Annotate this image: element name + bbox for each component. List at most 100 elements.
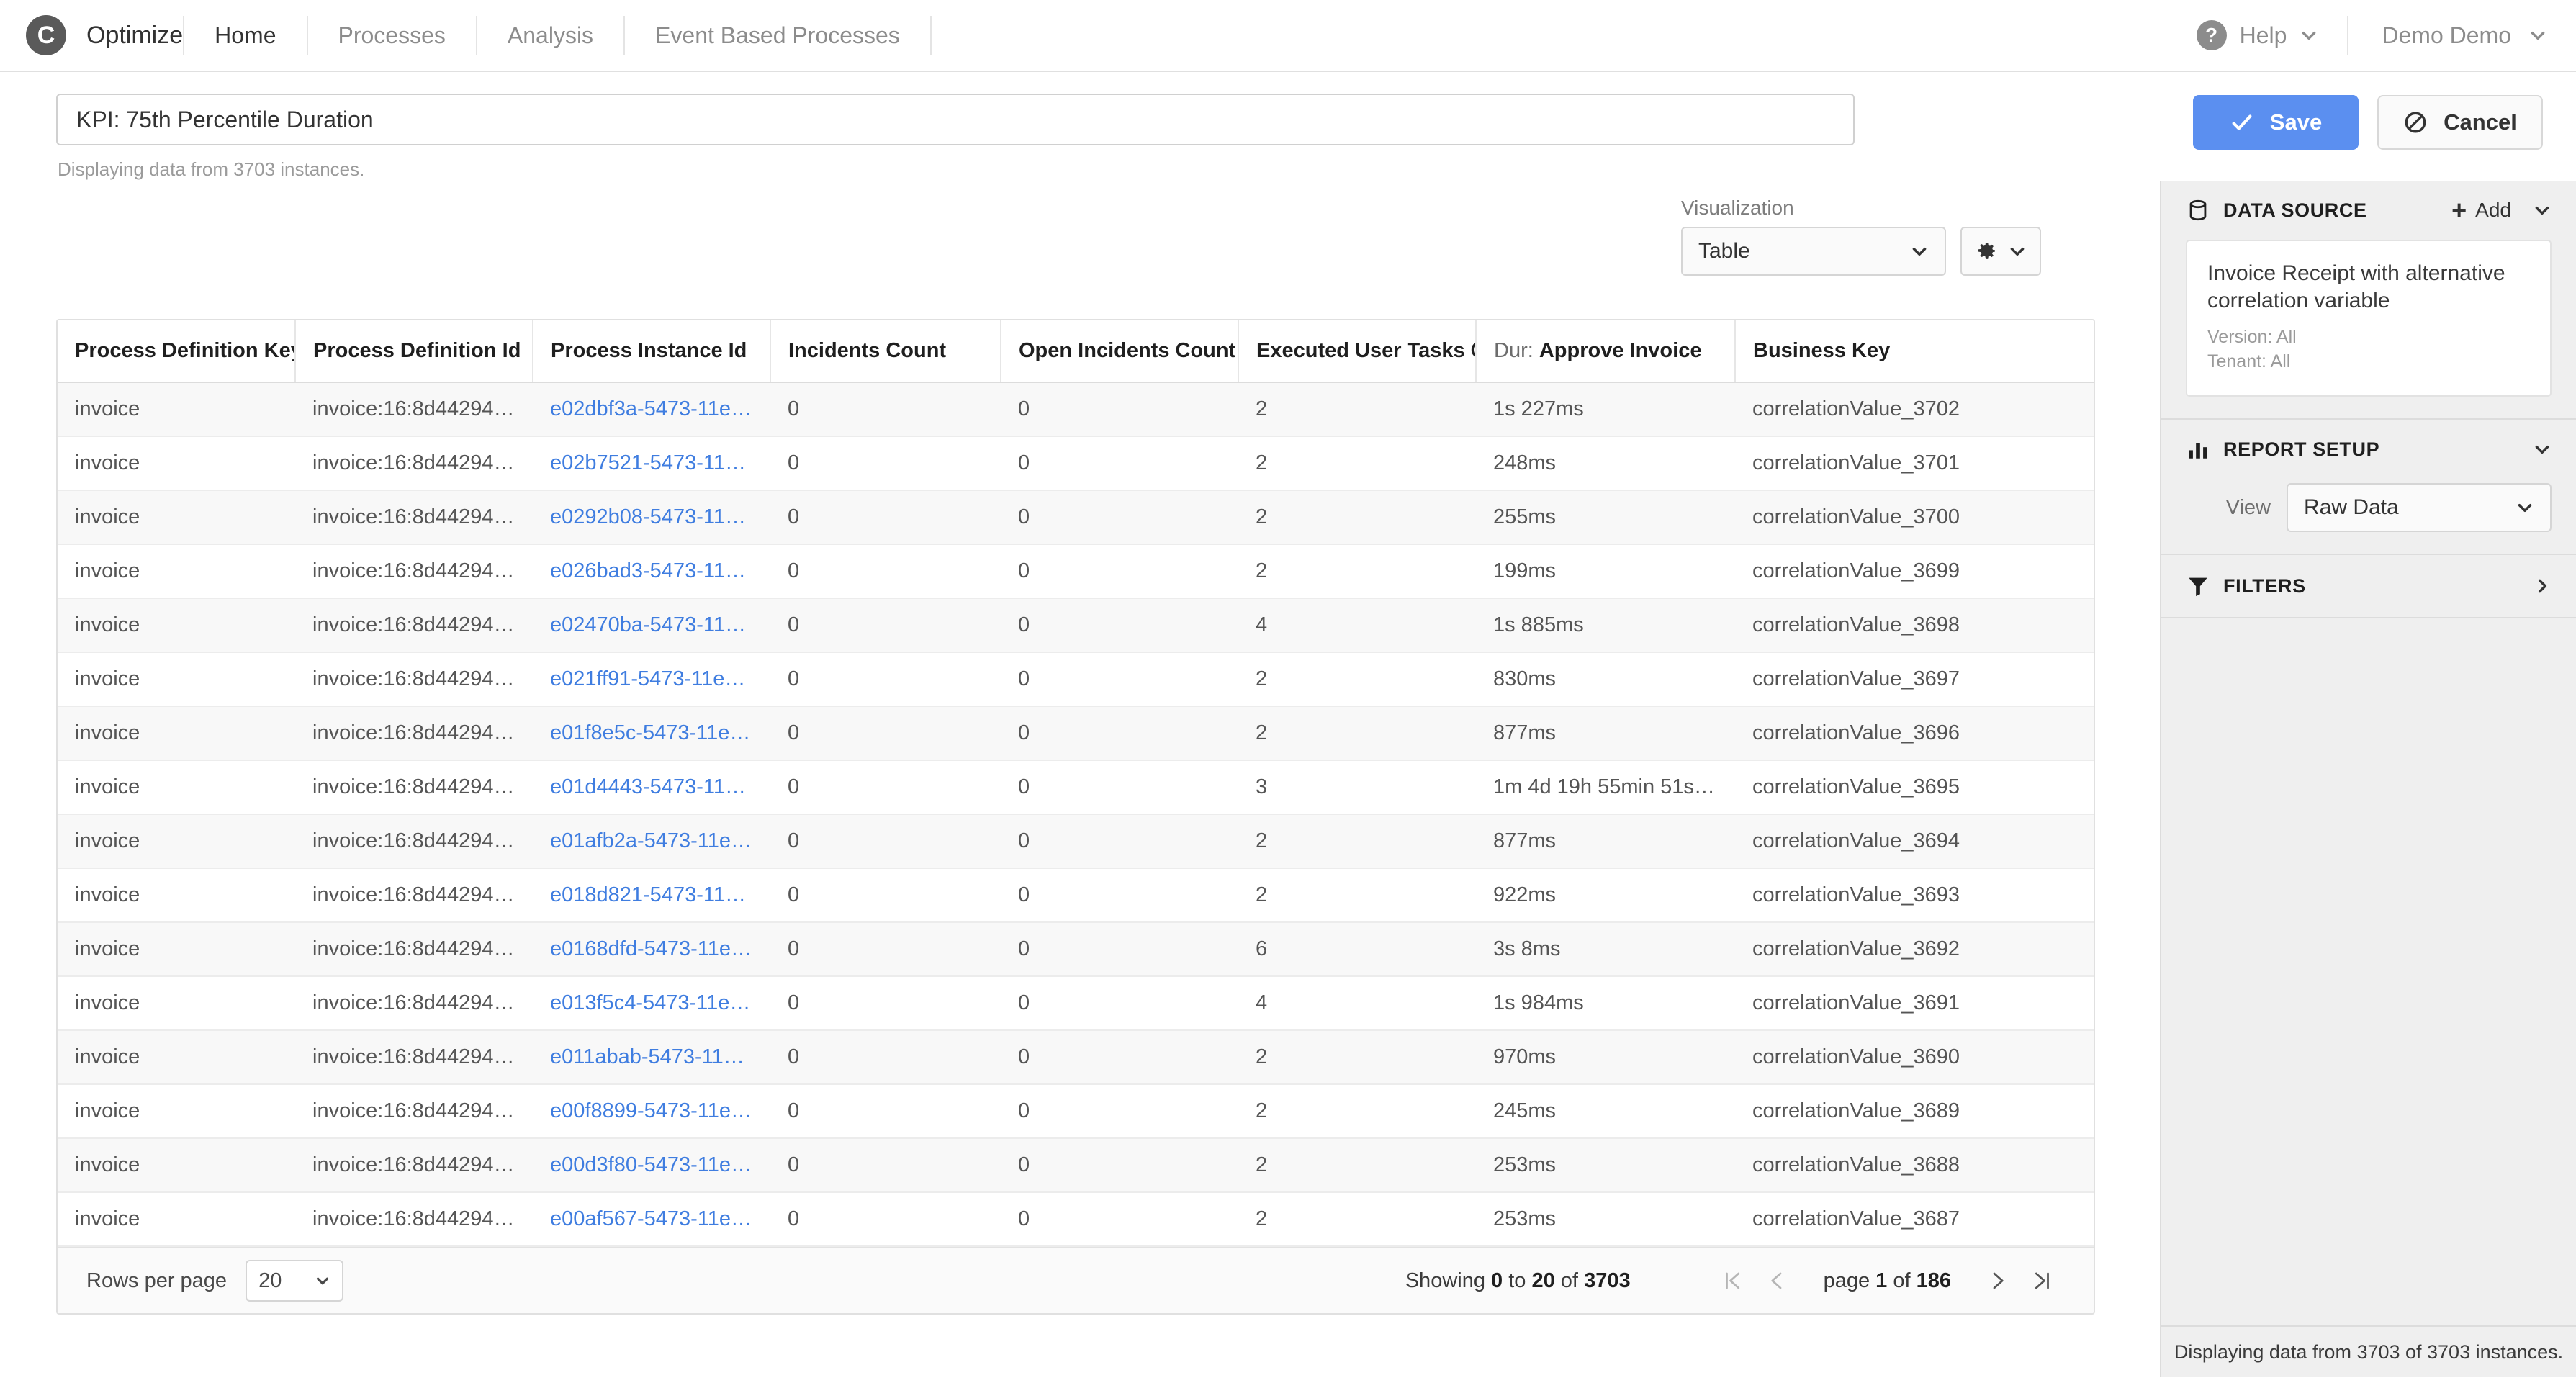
cell-executed-user-tasks-count: 2	[1238, 490, 1476, 545]
chevron-right-icon[interactable]	[2533, 577, 2552, 595]
nav-item-home[interactable]: Home	[184, 0, 306, 71]
cell-process-definition-key: invoice	[58, 922, 295, 977]
add-data-source-button[interactable]: + Add	[2451, 197, 2511, 223]
cell-executed-user-tasks-count: 2	[1238, 1084, 1476, 1139]
cell-executed-user-tasks-count: 2	[1238, 382, 1476, 437]
cell-business-key: correlationValue_3699	[1735, 544, 2094, 599]
nav-item-analysis[interactable]: Analysis	[477, 0, 623, 71]
cell-process-instance-id[interactable]: e013f5c4-5473-11ed-a...	[533, 976, 770, 1031]
cell-process-instance-id[interactable]: e01d4443-5473-11ed-a...	[533, 760, 770, 815]
brand-logo-link[interactable]: C Optimize	[0, 0, 183, 71]
cell-process-instance-id[interactable]: e011abab-5473-11ed-a...	[533, 1030, 770, 1085]
cell-executed-user-tasks-count: 2	[1238, 1138, 1476, 1193]
save-button[interactable]: Save	[2193, 95, 2359, 150]
view-label: View	[2225, 495, 2271, 519]
table-row: invoice invoice:16:8d44294c-54... e026bad3…	[58, 544, 2094, 599]
cell-process-instance-id[interactable]: e01f8e5c-5473-11ed-ae...	[533, 706, 770, 761]
cell-process-definition-key: invoice	[58, 652, 295, 707]
cell-executed-user-tasks-count: 2	[1238, 652, 1476, 707]
column-header-business-key[interactable]: Business Key	[1735, 320, 2094, 383]
visualization-select[interactable]: Table	[1681, 227, 1946, 276]
table-row: invoice invoice:16:8d44294c-54... e00f8899…	[58, 1084, 2094, 1139]
cell-duration: 1m 4d 19h 55min 51s 6...	[1476, 760, 1735, 815]
help-menu-button[interactable]: ? Help	[2168, 0, 2348, 71]
chart-settings-button[interactable]	[1960, 227, 2041, 276]
cell-incidents-count: 0	[770, 922, 1001, 977]
cell-business-key: correlationValue_3689	[1735, 1084, 2094, 1139]
cell-duration: 255ms	[1476, 490, 1735, 545]
user-menu-button[interactable]: Demo Demo	[2348, 0, 2547, 71]
table-row: invoice invoice:16:8d44294c-54... e02b7521…	[58, 436, 2094, 491]
cell-duration: 1s 984ms	[1476, 976, 1735, 1031]
cell-process-instance-id[interactable]: e026bad3-5473-11ed-a...	[533, 544, 770, 599]
cell-incidents-count: 0	[770, 868, 1001, 923]
page-current: 1	[1875, 1268, 1888, 1292]
table-body: invoice invoice:16:8d44294c-54... e02dbf3a…	[58, 382, 2094, 1247]
cell-duration: 830ms	[1476, 652, 1735, 707]
previous-page-button[interactable]	[1755, 1258, 1799, 1303]
cell-process-instance-id[interactable]: e0168dfd-5473-11ed-a...	[533, 922, 770, 977]
chevron-down-icon[interactable]	[2533, 440, 2552, 459]
cell-process-instance-id[interactable]: e00d3f80-5473-11ed-a...	[533, 1138, 770, 1193]
cell-open-incidents-count: 0	[1001, 1138, 1238, 1193]
next-page-button[interactable]	[1976, 1258, 2020, 1303]
report-header-left: Displaying data from 3703 instances.	[56, 94, 2193, 181]
column-header-executed-user-tasks-count[interactable]: Executed User Tasks C...	[1238, 320, 1477, 383]
cell-executed-user-tasks-count: 2	[1238, 1192, 1476, 1247]
cell-business-key: correlationValue_3693	[1735, 868, 2094, 923]
column-header-process-definition-key[interactable]: Process Definition Key	[58, 320, 296, 383]
report-config-sidebar: Data Source + Add Invoice Receipt with a…	[2160, 181, 2576, 1377]
showing-to: 20	[1531, 1268, 1555, 1292]
funnel-icon	[2186, 574, 2210, 598]
cell-process-instance-id[interactable]: e02470ba-5473-11ed-a...	[533, 598, 770, 653]
column-header-incidents-count[interactable]: Incidents Count	[770, 320, 1001, 383]
view-setting-row: View Raw Data	[2186, 483, 2552, 533]
cell-open-incidents-count: 0	[1001, 544, 1238, 599]
nav-item-event-based-processes[interactable]: Event Based Processes	[625, 0, 930, 71]
data-source-panel-header[interactable]: Data Source + Add	[2186, 181, 2552, 240]
rows-per-page-select[interactable]: 20	[246, 1260, 344, 1302]
cell-open-incidents-count: 0	[1001, 652, 1238, 707]
table-row: invoice invoice:16:8d44294c-54... e013f5c4…	[58, 976, 2094, 1031]
cell-process-definition-id: invoice:16:8d44294c-54...	[295, 1138, 533, 1193]
cell-executed-user-tasks-count: 4	[1238, 598, 1476, 653]
database-icon	[2186, 198, 2210, 222]
column-header-duration-approve-invoice[interactable]: Dur: Approve Invoice	[1476, 320, 1736, 383]
chevron-down-icon[interactable]	[2533, 201, 2552, 220]
cell-incidents-count: 0	[770, 490, 1001, 545]
first-page-button[interactable]	[1710, 1258, 1755, 1303]
report-setup-panel-header[interactable]: Report Setup	[2186, 420, 2552, 479]
cell-process-instance-id[interactable]: e0292b08-5473-11ed-a...	[533, 490, 770, 545]
cell-duration: 253ms	[1476, 1138, 1735, 1193]
cell-executed-user-tasks-count: 4	[1238, 976, 1476, 1031]
cell-process-instance-id[interactable]: e01afb2a-5473-11ed-ae...	[533, 814, 770, 869]
cell-process-instance-id[interactable]: e018d821-5473-11ed-a...	[533, 868, 770, 923]
cell-process-instance-id[interactable]: e02dbf3a-5473-11ed-a...	[533, 382, 770, 437]
nav-item-processes[interactable]: Processes	[308, 0, 476, 71]
column-header-open-incidents-count[interactable]: Open Incidents Count	[1001, 320, 1239, 383]
cell-process-instance-id[interactable]: e021ff91-5473-11ed-ae...	[533, 652, 770, 707]
cell-process-definition-id: invoice:16:8d44294c-54...	[295, 598, 533, 653]
view-select[interactable]: Raw Data	[2287, 483, 2552, 533]
cell-process-definition-key: invoice	[58, 706, 295, 761]
column-header-process-definition-id[interactable]: Process Definition Id	[295, 320, 533, 383]
column-header-process-instance-id[interactable]: Process Instance Id	[533, 320, 771, 383]
cell-process-instance-id[interactable]: e02b7521-5473-11ed-a...	[533, 436, 770, 491]
last-page-button[interactable]	[2020, 1258, 2065, 1303]
user-name-label: Demo Demo	[2382, 22, 2511, 48]
report-title-input[interactable]	[56, 94, 1855, 145]
cancel-button[interactable]: Cancel	[2377, 95, 2543, 150]
table-head: Process Definition Key Process Definitio…	[58, 320, 2094, 383]
circle-slash-icon	[2403, 110, 2428, 135]
cell-process-instance-id[interactable]: e00f8899-5473-11ed-a...	[533, 1084, 770, 1139]
cell-duration: 922ms	[1476, 868, 1735, 923]
filters-panel-header[interactable]: Filters	[2186, 555, 2552, 617]
cell-executed-user-tasks-count: 2	[1238, 1030, 1476, 1085]
duration-flownode-name: Approve Invoice	[1539, 339, 1702, 362]
cell-duration: 248ms	[1476, 436, 1735, 491]
cell-open-incidents-count: 0	[1001, 382, 1238, 437]
cell-process-instance-id[interactable]: e00af567-5473-11ed-a...	[533, 1192, 770, 1247]
cell-process-definition-key: invoice	[58, 490, 295, 545]
data-source-card[interactable]: Invoice Receipt with alternative correla…	[2186, 240, 2552, 397]
cell-process-definition-key: invoice	[58, 976, 295, 1031]
